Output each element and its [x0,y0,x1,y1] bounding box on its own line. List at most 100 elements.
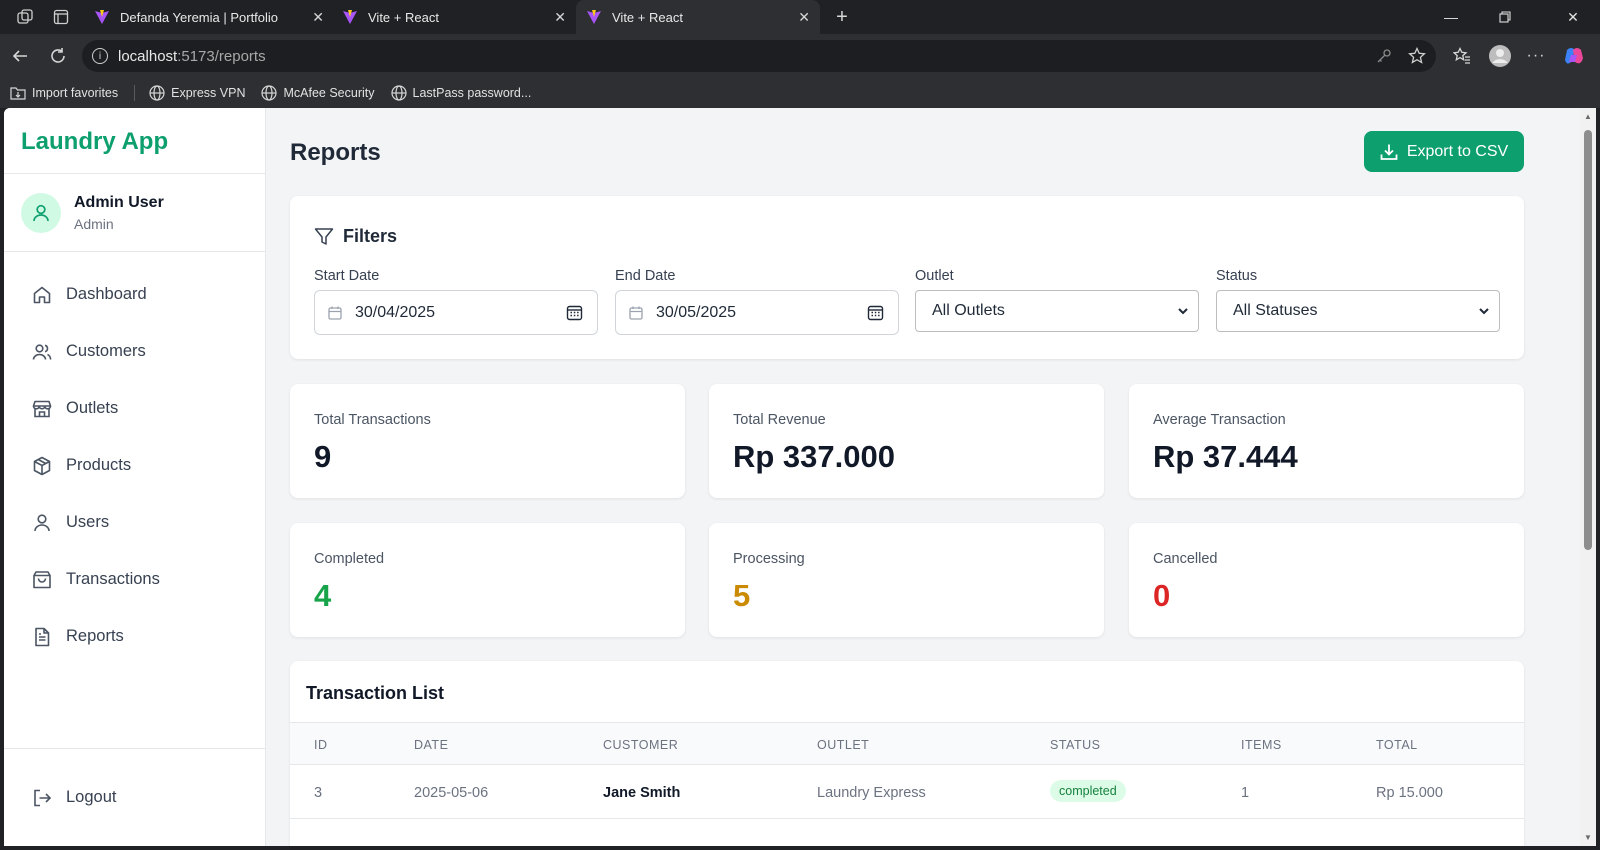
stat-value: Rp 337.000 [733,439,895,474]
browser-tab-portfolio[interactable]: Defanda Yeremia | Portfolio ✕ [84,0,334,34]
browser-tab-vite-active[interactable]: Vite + React ✕ [576,0,820,34]
stat-label: Average Transaction [1153,412,1286,428]
sidebar-item-customers[interactable]: Customers [4,323,265,380]
new-tab-icon[interactable]: + [828,3,856,31]
tab-title: Defanda Yeremia | Portfolio [120,9,279,25]
end-date-input[interactable]: 30/05/2025 [615,290,899,335]
site-info-icon[interactable]: i [92,48,108,64]
column-header-items: ITEMS [1241,738,1282,752]
bookmark-mcafee-security[interactable]: McAfee Security [261,85,375,101]
stat-value-cancelled: 0 [1153,578,1171,613]
copilot-icon[interactable] [1560,42,1588,70]
more-options-icon[interactable]: ··· [1522,42,1550,70]
column-header-total: TOTAL [1376,738,1418,752]
page-scrollbar[interactable]: ▲ ▼ [1580,108,1596,846]
user-avatar-icon [21,192,61,233]
globe-icon [390,85,407,101]
status-field: Status All Statuses [1216,268,1500,332]
date-picker-icon[interactable] [566,304,583,321]
filter-icon [314,227,334,245]
sidebar-item-dashboard[interactable]: Dashboard [4,266,265,323]
tab-title: Vite + React [368,9,439,25]
date-picker-icon[interactable] [867,304,884,321]
restore-icon[interactable] [1482,0,1528,34]
url-host: localhost [118,47,178,65]
scroll-up-icon[interactable]: ▲ [1584,112,1592,121]
cell-items: 1 [1241,785,1250,801]
stat-label: Processing [733,551,805,567]
shopping-bag-icon [33,570,51,588]
file-text-icon [35,627,50,646]
user-icon [34,513,50,531]
sidebar-item-reports[interactable]: Reports [4,608,265,665]
chevron-down-icon [1178,308,1188,315]
refresh-icon[interactable] [44,42,72,70]
tab-title: Vite + React [612,9,683,25]
page-viewport: Laundry App Admin User Admin Dashboard C… [4,108,1580,846]
stat-card-total-transactions: Total Transactions 9 [290,384,685,498]
sidebar-item-outlets[interactable]: Outlets [4,380,265,437]
start-date-label: Start Date [314,268,380,284]
users-icon [32,343,52,360]
stat-value-completed: 4 [314,578,332,613]
stat-value-processing: 5 [733,578,751,613]
cell-outlet: Laundry Express [817,785,926,801]
stat-card-average-transaction: Average Transaction Rp 37.444 [1129,384,1524,498]
stat-value: Rp 37.444 [1153,439,1298,474]
sidebar-item-users[interactable]: Users [4,494,265,551]
transaction-list-panel: Transaction List ID DATE CUSTOMER OUTLET… [290,661,1524,846]
favorites-icon[interactable] [1448,42,1476,70]
start-date-input[interactable]: 30/04/2025 [314,290,598,335]
transaction-list-title: Transaction List [306,683,445,703]
vite-logo-icon [587,10,601,24]
column-header-customer: CUSTOMER [603,738,679,752]
folder-import-icon [10,87,26,100]
app-brand[interactable]: Laundry App [4,108,265,174]
column-header-status: STATUS [1050,738,1101,752]
cell-customer: Jane Smith [603,785,681,801]
url-input[interactable]: i localhost:5173/reports [82,40,1436,72]
cell-id: 3 [314,785,323,801]
cell-total: Rp 15.000 [1376,785,1443,801]
bookmark-express-vpn[interactable]: Express VPN [149,85,245,101]
scroll-down-icon[interactable]: ▼ [1584,833,1592,842]
profile-avatar-icon[interactable] [1486,42,1514,70]
bookmark-divider [134,85,136,101]
status-select[interactable]: All Statuses [1216,290,1500,332]
stat-label: Cancelled [1153,551,1218,567]
sidebar-item-transactions[interactable]: Transactions [4,551,265,608]
end-date-label: End Date [615,268,676,284]
home-icon [33,286,51,303]
filters-panel: Filters Start Date 30/04/2025 End Date 3… [290,196,1524,359]
close-icon[interactable]: ✕ [798,9,810,26]
user-profile: Admin User Admin [4,174,265,252]
sidebar-item-products[interactable]: Products [4,437,265,494]
scrollbar-thumb[interactable] [1584,130,1592,550]
browser-tab-vite-1[interactable]: Vite + React ✕ [332,0,576,34]
password-key-icon[interactable] [1376,48,1392,64]
table-row[interactable]: 3 2025-05-06 Jane Smith Laundry Express … [290,765,1524,819]
window-close-icon[interactable]: ✕ [1550,0,1596,34]
logout-icon [34,789,52,806]
cell-date: 2025-05-06 [414,785,489,801]
chevron-down-icon [1479,308,1489,315]
bookmark-import-favorites[interactable]: Import favorites [10,86,118,100]
workspaces-icon[interactable] [11,3,39,31]
address-bar-row: i localhost:5173/reports ··· [0,34,1600,78]
bookmark-lastpass[interactable]: LastPass password... [390,85,531,101]
close-icon[interactable]: ✕ [554,9,566,26]
column-header-date: DATE [414,738,449,752]
url-path: :5173/reports [177,47,266,65]
minimize-icon[interactable]: — [1428,0,1474,34]
outlet-select[interactable]: All Outlets [915,290,1199,332]
export-csv-button[interactable]: Export to CSV [1364,131,1524,172]
tab-actions-icon[interactable] [47,3,75,31]
start-date-field: Start Date 30/04/2025 [314,268,598,335]
favorite-star-icon[interactable] [1408,47,1426,65]
page-title: Reports [290,139,381,166]
user-role: Admin [74,215,114,232]
close-icon[interactable]: ✕ [312,9,324,26]
sidebar: Laundry App Admin User Admin Dashboard C… [4,108,266,846]
back-arrow-icon[interactable] [6,42,34,70]
logout-button[interactable]: Logout [4,748,266,846]
